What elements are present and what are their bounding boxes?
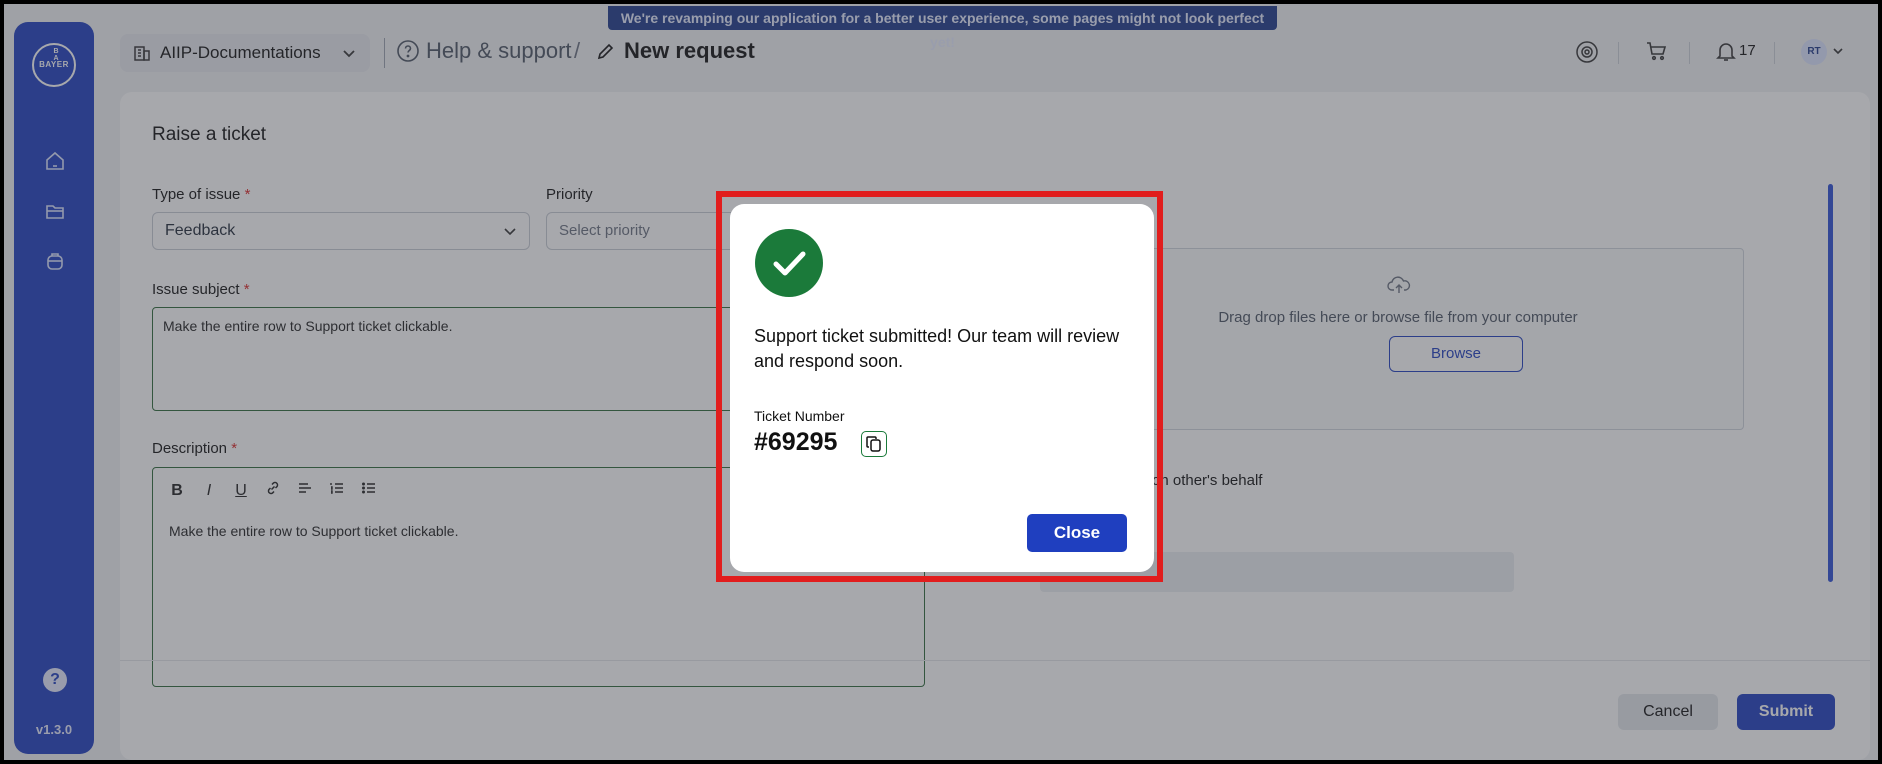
app-frame: We're revamping our application for a be…: [4, 4, 1878, 760]
ticket-number-label: Ticket Number: [754, 408, 845, 424]
check-circle-icon: [755, 229, 823, 297]
success-message: Support ticket submitted! Our team will …: [754, 326, 1120, 371]
ticket-number: #69295: [754, 428, 838, 456]
close-button[interactable]: Close: [1027, 514, 1127, 552]
copy-icon[interactable]: [861, 431, 887, 457]
ticket-submitted-dialog: Support ticket submitted! Our team will …: [730, 204, 1154, 572]
